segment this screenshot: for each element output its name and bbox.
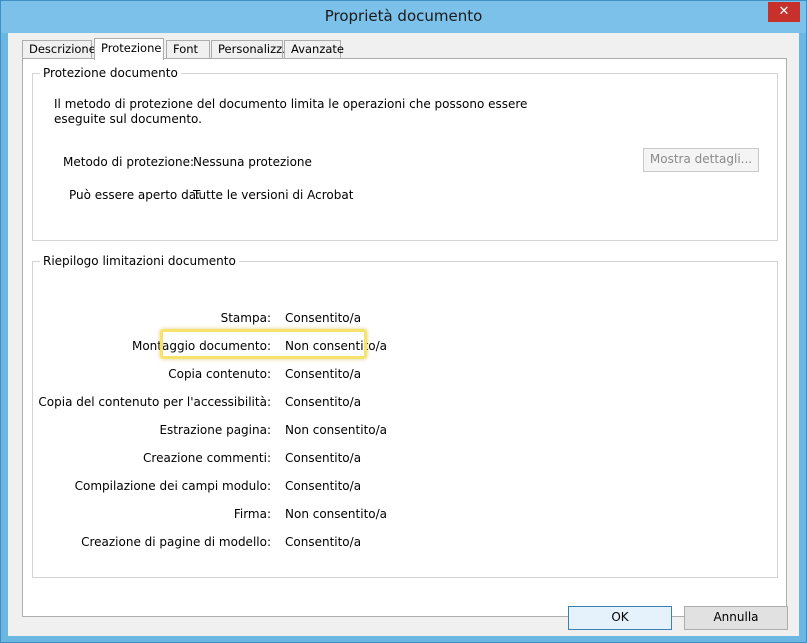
restriction-value: Consentito/a [285, 367, 362, 381]
tab-personalizz[interactable]: Personalizz. [211, 40, 286, 59]
restriction-value: Non consentito/a [285, 507, 388, 521]
protection-method-label: Metodo di protezione: [63, 155, 195, 169]
close-button[interactable]: ✕ [768, 2, 800, 22]
protection-method-value: Nessuna protezione [193, 155, 312, 169]
tab-protezione[interactable]: Protezione [94, 38, 164, 60]
protection-group: Protezione documento Il metodo di protez… [32, 66, 778, 241]
restriction-value: Non consentito/a [285, 423, 388, 437]
dialog-client-area: Descrizione Protezione Font Personalizz.… [8, 33, 799, 636]
tab-panel-protezione: Protezione documento Il metodo di protez… [22, 58, 787, 617]
restriction-label: Creazione commenti: [143, 451, 271, 465]
restriction-label: Copia del contenuto per l'accessibilità: [38, 395, 271, 409]
restriction-label: Firma: [233, 507, 271, 521]
restriction-value: Consentito/a [285, 479, 362, 493]
restriction-label: Creazione di pagine di modello: [81, 535, 271, 549]
restriction-label: Copia contenuto: [168, 367, 271, 381]
open-by-label: Può essere aperto da: [69, 188, 201, 202]
tab-font[interactable]: Font [166, 40, 210, 59]
restriction-value: Consentito/a [285, 395, 362, 409]
copy-content-highlight [160, 329, 367, 359]
restriction-value: Consentito/a [285, 451, 362, 465]
restriction-label: Stampa: [220, 311, 271, 325]
protection-description: Il metodo di protezione del documento li… [54, 97, 528, 126]
restriction-label: Estrazione pagina: [159, 423, 271, 437]
tab-avanzate[interactable]: Avanzate [284, 40, 344, 59]
open-by-value: Tutte le versioni di Acrobat [193, 188, 354, 202]
title-bar[interactable]: Proprietà documento ✕ [1, 1, 806, 33]
window-title: Proprietà documento [324, 7, 483, 25]
protection-group-title: Protezione documento [40, 66, 181, 80]
tab-descrizione[interactable]: Descrizione [22, 40, 96, 59]
restriction-value: Consentito/a [285, 311, 362, 325]
close-icon: ✕ [778, 4, 790, 19]
dialog-window: Proprietà documento ✕ Descrizione Protez… [0, 0, 807, 643]
restrictions-group: Riepilogo limitazioni documento [32, 254, 778, 578]
show-details-button[interactable]: Mostra dettagli... [643, 148, 759, 172]
ok-button[interactable]: OK [568, 606, 672, 630]
restrictions-group-title: Riepilogo limitazioni documento [40, 254, 239, 268]
restriction-label: Compilazione dei campi modulo: [74, 479, 271, 493]
cancel-button[interactable]: Annulla [684, 606, 788, 630]
restriction-value: Consentito/a [285, 535, 362, 549]
